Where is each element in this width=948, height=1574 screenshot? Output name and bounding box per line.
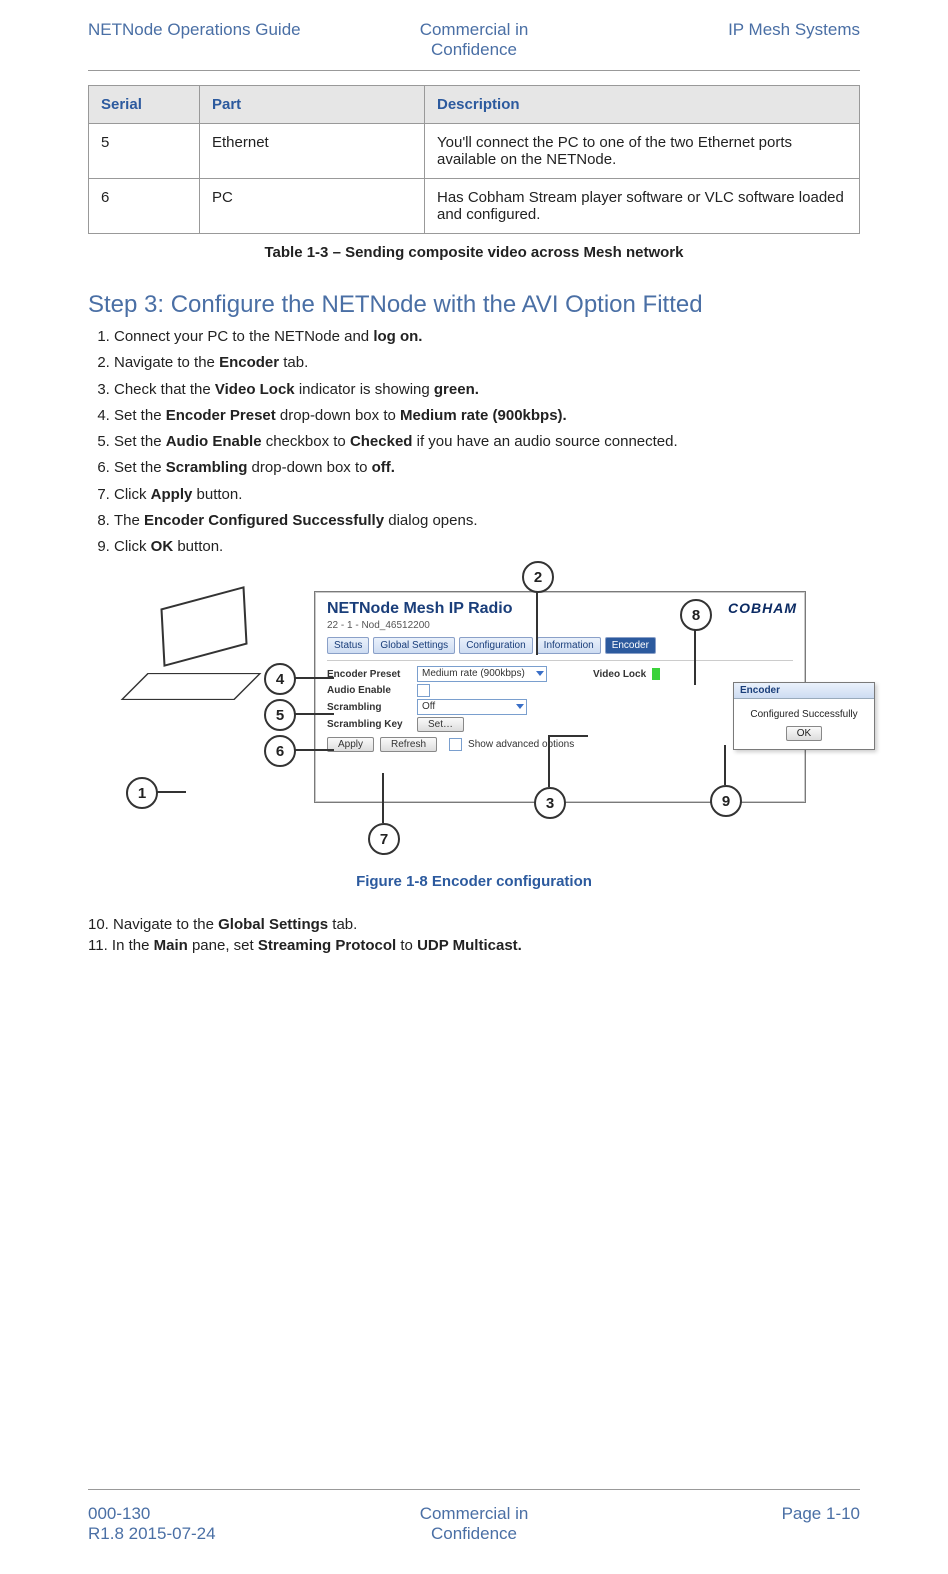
- table-row: 5 Ethernet You'll connect the PC to one …: [89, 124, 860, 179]
- video-lock-indicator: [652, 668, 660, 680]
- label-show-advanced: Show advanced options: [468, 739, 574, 750]
- header-center: Commercial in Confidence: [420, 20, 529, 60]
- dialog-message: Configured Successfully: [740, 709, 868, 720]
- ok-button[interactable]: OK: [786, 726, 822, 741]
- steps-continued: 10. Navigate to the Global Settings tab.…: [88, 916, 860, 954]
- refresh-button[interactable]: Refresh: [380, 737, 437, 752]
- cell-serial: 6: [89, 179, 200, 234]
- dialog-title: Encoder: [734, 683, 874, 699]
- th-serial: Serial: [89, 86, 200, 124]
- lead-2: [536, 591, 538, 655]
- tab-status[interactable]: Status: [327, 637, 369, 654]
- label-scrambling-key: Scrambling Key: [327, 719, 417, 730]
- callout-5: 5: [264, 699, 296, 731]
- label-scrambling: Scrambling: [327, 702, 417, 713]
- encoder-preset-dropdown[interactable]: Medium rate (900kbps): [417, 666, 547, 682]
- tab-bar: Status Global Settings Configuration Inf…: [315, 637, 805, 660]
- lead-3a: [548, 735, 550, 787]
- window-subtitle: 22 - 1 - Nod_46512200: [315, 620, 805, 637]
- page-footer-block: 000-130 R1.8 2015-07-24 Commercial in Co…: [88, 1479, 860, 1544]
- cell-desc: Has Cobham Stream player software or VLC…: [425, 179, 860, 234]
- footer-left: 000-130 R1.8 2015-07-24: [88, 1504, 420, 1544]
- scrambling-dropdown[interactable]: Off: [417, 699, 527, 715]
- callout-4: 4: [264, 663, 296, 695]
- encoder-form: Encoder Preset Medium rate (900kbps) Vid…: [327, 660, 793, 753]
- callout-6: 6: [264, 735, 296, 767]
- app-window: COBHAM NETNode Mesh IP Radio 22 - 1 - No…: [314, 591, 806, 803]
- list-item: Set the Scrambling drop-down box to off.: [114, 458, 860, 478]
- list-item: Check that the Video Lock indicator is s…: [114, 380, 860, 400]
- footer-rule: [88, 1489, 860, 1490]
- lead-4: [294, 677, 334, 679]
- page-footer: 000-130 R1.8 2015-07-24 Commercial in Co…: [88, 1504, 860, 1544]
- footer-right: Page 1-10: [528, 1504, 860, 1544]
- cell-part: PC: [200, 179, 425, 234]
- callout-2: 2: [522, 561, 554, 593]
- tab-global-settings[interactable]: Global Settings: [373, 637, 455, 654]
- list-item: Connect your PC to the NETNode and log o…: [114, 327, 860, 347]
- lead-7: [382, 773, 384, 823]
- show-advanced-checkbox[interactable]: [449, 738, 462, 751]
- tab-configuration[interactable]: Configuration: [459, 637, 532, 654]
- audio-enable-checkbox[interactable]: [417, 684, 430, 697]
- label-audio-enable: Audio Enable: [327, 685, 417, 696]
- label-video-lock: Video Lock: [593, 669, 646, 680]
- tab-encoder[interactable]: Encoder: [605, 637, 656, 654]
- page: NETNode Operations Guide Commercial in C…: [44, 0, 904, 1574]
- list-item: Click Apply button.: [114, 485, 860, 505]
- lead-9: [724, 745, 726, 785]
- lead-1: [156, 791, 186, 793]
- page-header: NETNode Operations Guide Commercial in C…: [88, 20, 860, 60]
- parts-table: Serial Part Description 5 Ethernet You'l…: [88, 85, 860, 234]
- list-item: Navigate to the Encoder tab.: [114, 353, 860, 373]
- cell-desc: You'll connect the PC to one of the two …: [425, 124, 860, 179]
- callout-7: 7: [368, 823, 400, 855]
- list-item: Click OK button.: [114, 537, 860, 557]
- header-center-l1: Commercial in: [420, 20, 529, 39]
- header-right: IP Mesh Systems: [528, 20, 860, 60]
- callout-8: 8: [680, 599, 712, 631]
- figure-encoder-config: COBHAM NETNode Mesh IP Radio 22 - 1 - No…: [124, 567, 824, 867]
- table-caption: Table 1-3 – Sending composite video acro…: [88, 244, 860, 261]
- list-item: 11. In the Main pane, set Streaming Prot…: [88, 937, 860, 954]
- laptop-icon: [132, 607, 262, 697]
- list-item: 10. Navigate to the Global Settings tab.: [88, 916, 860, 933]
- tab-information[interactable]: Information: [537, 637, 601, 654]
- scrambling-key-set-button[interactable]: Set…: [417, 717, 464, 732]
- callout-3: 3: [534, 787, 566, 819]
- th-part: Part: [200, 86, 425, 124]
- header-center-l2: Confidence: [431, 40, 517, 59]
- lead-8: [694, 629, 696, 685]
- label-encoder-preset: Encoder Preset: [327, 669, 417, 680]
- header-left: NETNode Operations Guide: [88, 20, 420, 60]
- footer-center: Commercial in Confidence: [420, 1504, 529, 1544]
- list-item: The Encoder Configured Successfully dial…: [114, 511, 860, 531]
- cell-serial: 5: [89, 124, 200, 179]
- list-item: Set the Audio Enable checkbox to Checked…: [114, 432, 860, 452]
- lead-6: [294, 749, 334, 751]
- table-row: 6 PC Has Cobham Stream player software o…: [89, 179, 860, 234]
- encoder-success-dialog: Encoder Configured Successfully OK: [733, 682, 875, 750]
- callout-9: 9: [710, 785, 742, 817]
- lead-5: [294, 713, 334, 715]
- list-item: Set the Encoder Preset drop-down box to …: [114, 406, 860, 426]
- callout-1: 1: [126, 777, 158, 809]
- cell-part: Ethernet: [200, 124, 425, 179]
- lead-3b: [548, 735, 588, 737]
- step-heading: Step 3: Configure the NETNode with the A…: [88, 291, 860, 319]
- brand-logo: COBHAM: [728, 600, 797, 616]
- th-description: Description: [425, 86, 860, 124]
- steps-list: Connect your PC to the NETNode and log o…: [88, 327, 860, 557]
- apply-button[interactable]: Apply: [327, 737, 374, 752]
- figure-caption: Figure 1-8 Encoder configuration: [88, 873, 860, 890]
- header-rule: [88, 70, 860, 71]
